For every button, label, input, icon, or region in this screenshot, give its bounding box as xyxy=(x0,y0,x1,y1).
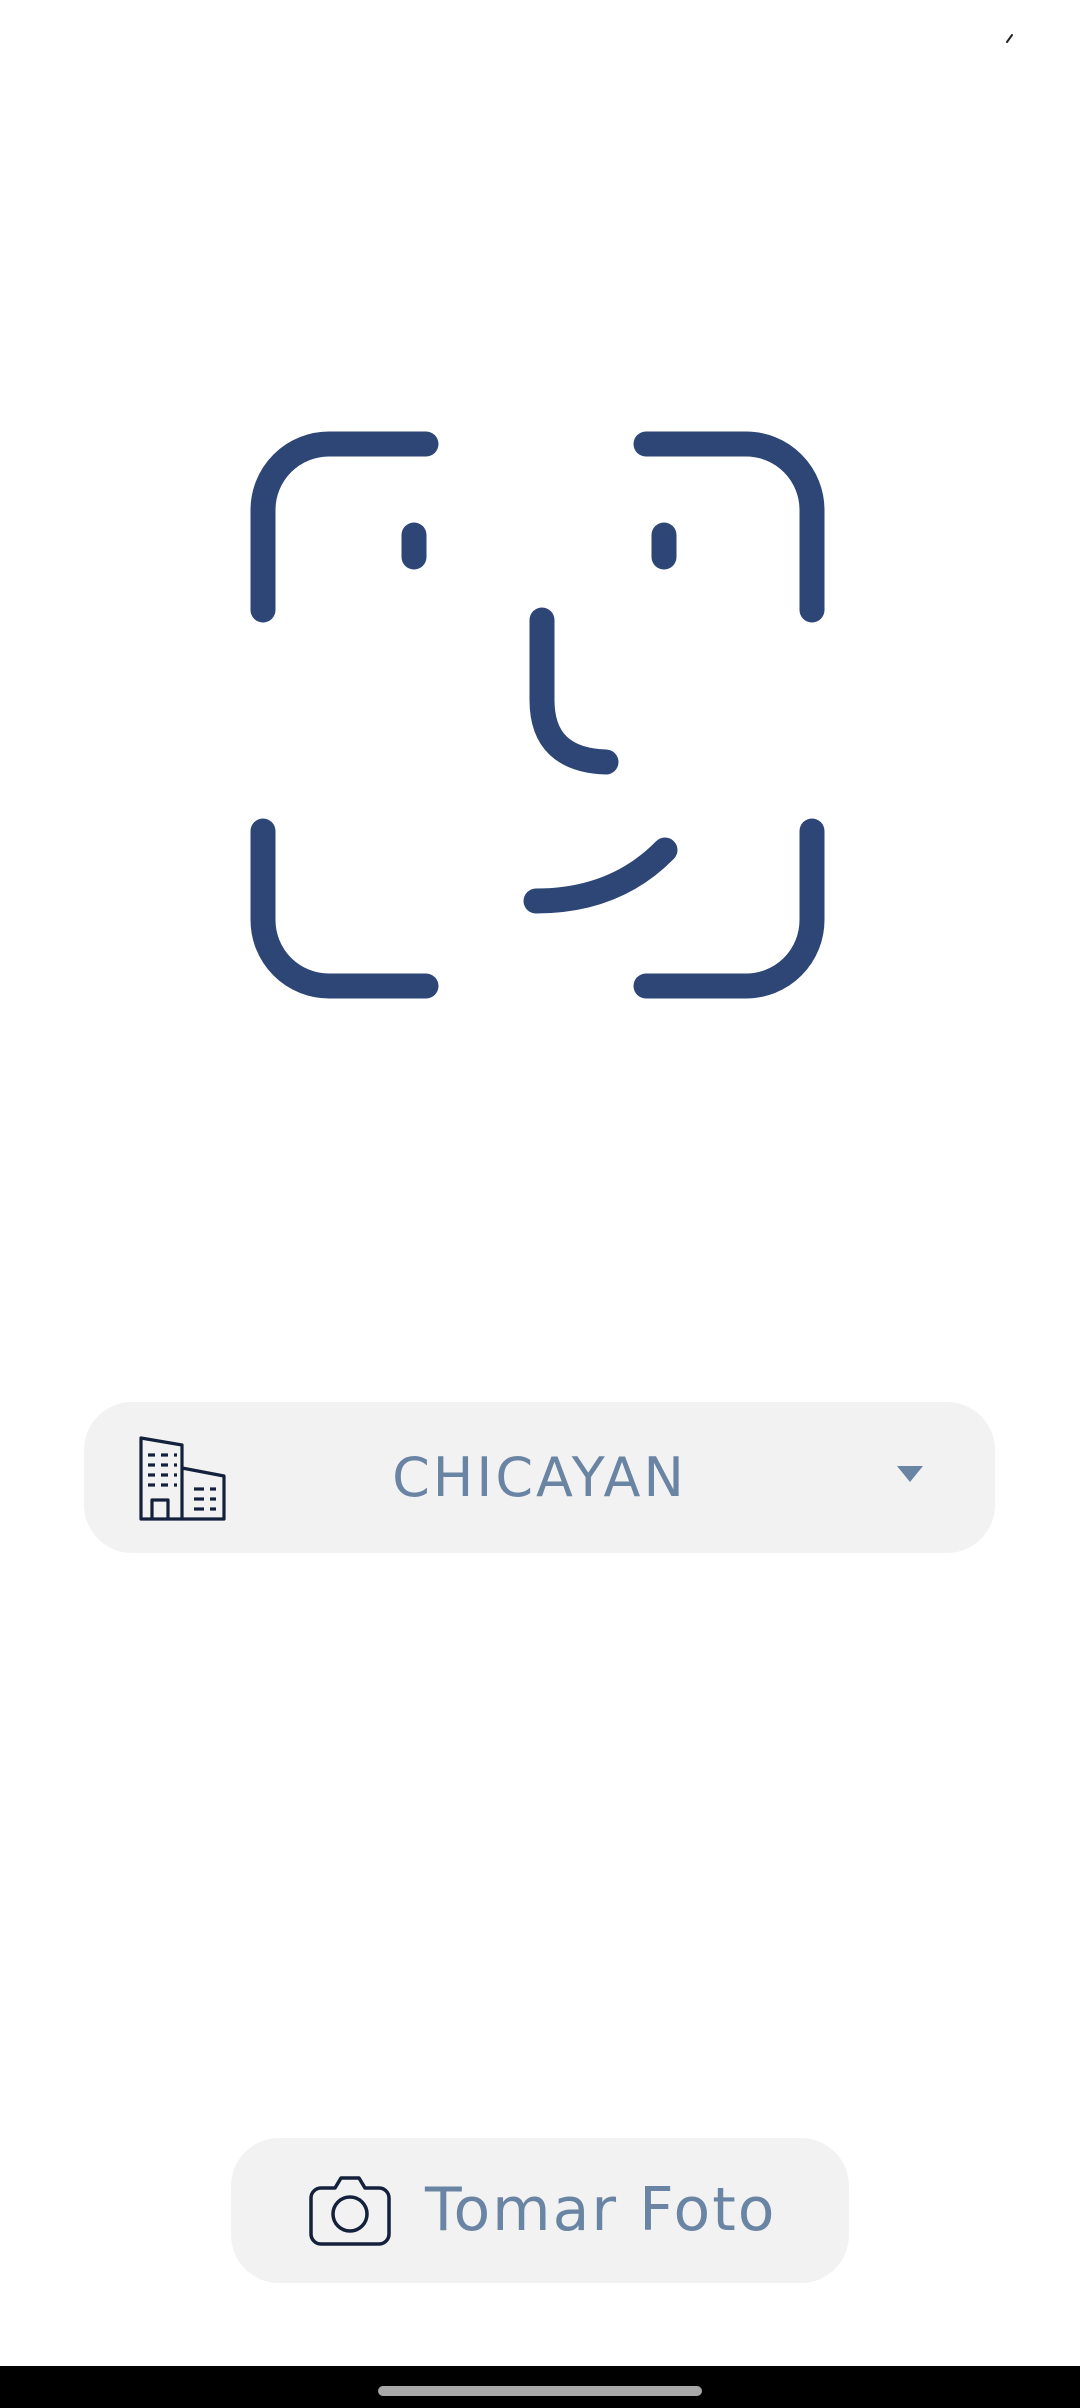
building-icon xyxy=(139,1436,226,1521)
screen: CHICAYAN Tomar Foto xyxy=(0,0,1080,2408)
take-photo-button[interactable]: Tomar Foto xyxy=(231,2138,849,2283)
chevron-down-icon[interactable] xyxy=(896,1464,924,1484)
system-navigation-bar xyxy=(0,2366,1080,2408)
status-indicator-icon xyxy=(1006,34,1013,43)
face-id-icon xyxy=(240,420,840,1020)
branch-select-value: CHICAYAN xyxy=(392,1446,687,1509)
take-photo-label: Tomar Foto xyxy=(425,2175,777,2245)
home-indicator[interactable] xyxy=(378,2386,702,2396)
branch-select[interactable]: CHICAYAN xyxy=(84,1402,995,1553)
camera-icon xyxy=(309,2176,391,2246)
